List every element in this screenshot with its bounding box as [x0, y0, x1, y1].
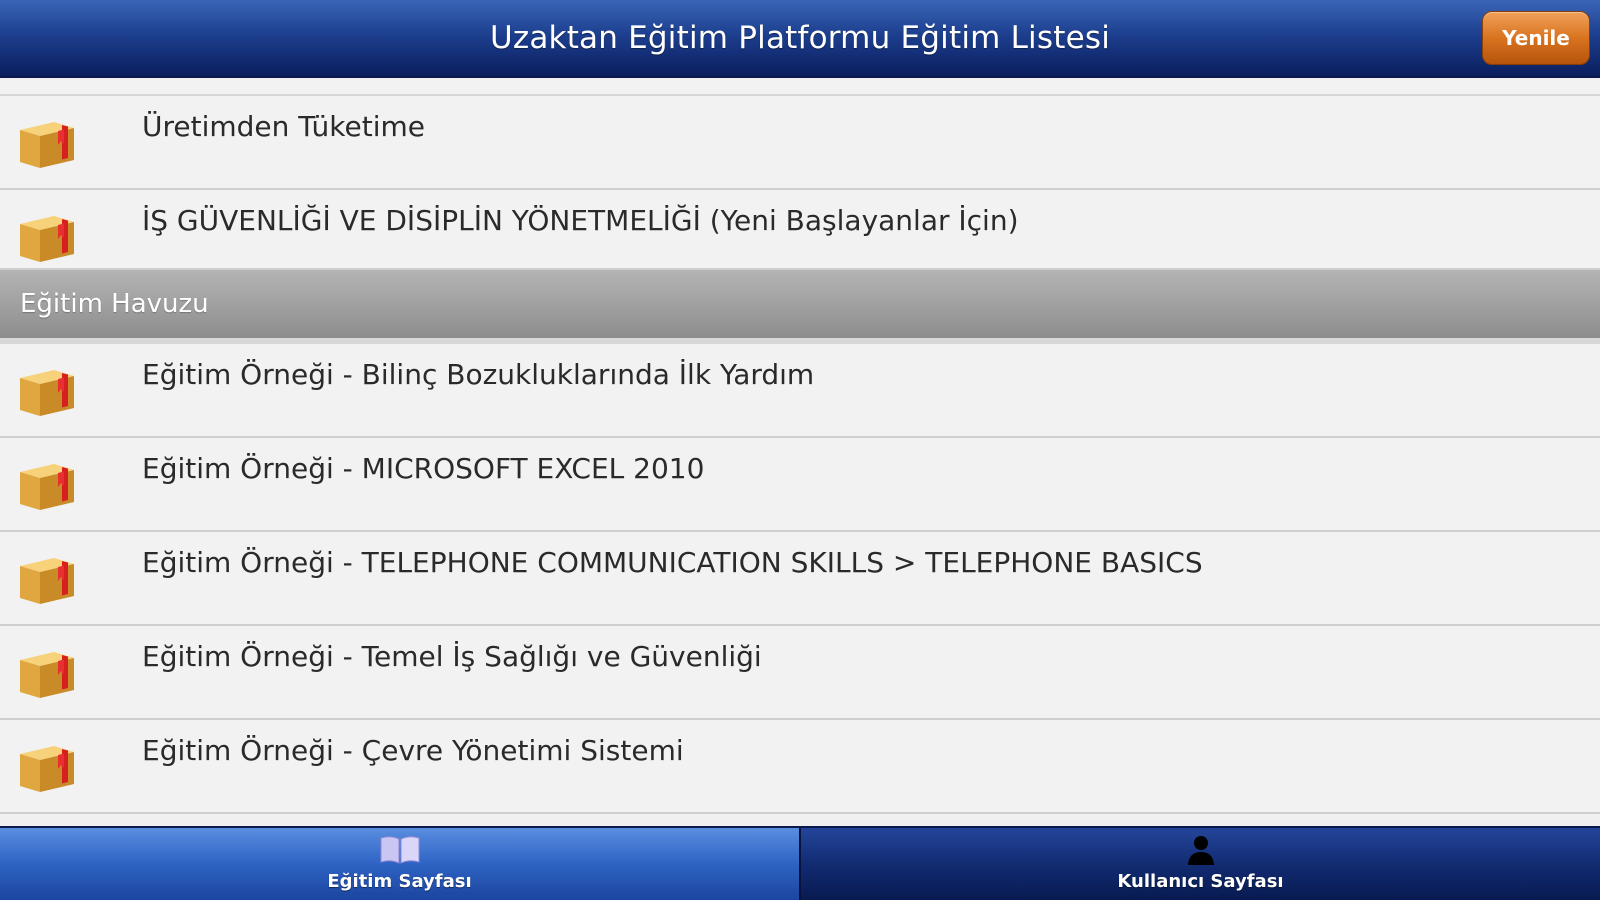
section-title: Eğitim Havuzu: [20, 289, 209, 319]
tab-training-page[interactable]: Eğitim Sayfası: [0, 828, 799, 900]
bottom-tab-bar: Eğitim Sayfası Kullanıcı Sayfası: [0, 826, 1600, 900]
package-box-icon: [20, 746, 74, 792]
package-box-icon: [20, 122, 74, 168]
user-icon: [1187, 836, 1214, 865]
tab-user-page[interactable]: Kullanıcı Sayfası: [799, 828, 1600, 900]
page-title: Uzaktan Eğitim Platformu Eğitim Listesi: [489, 20, 1111, 56]
list-item[interactable]: Üretimden Tüketime: [0, 96, 1600, 190]
package-box-icon: [20, 216, 74, 262]
package-box-icon: [20, 370, 74, 416]
list-item[interactable]: Eğitim Örneği - Bilinç Bozukluklarında İ…: [0, 344, 1600, 438]
package-box-icon: [20, 558, 74, 604]
list-item[interactable]: Eğitim Örneği - Temel İş Sağlığı ve Güve…: [0, 626, 1600, 720]
package-box-icon: [20, 464, 74, 510]
training-list[interactable]: Üretimden Tüketime İŞ GÜVENLİĞİ VE DİSİP…: [0, 80, 1600, 824]
package-box-icon: [20, 652, 74, 698]
list-item-label: Eğitim Örneği - MICROSOFT EXCEL 2010: [142, 452, 705, 485]
list-item[interactable]: İŞ GÜVENLİĞİ VE DİSİPLİN YÖNETMELİĞİ (Ye…: [0, 190, 1600, 270]
list-item[interactable]: Eğitim Örneği - TELEPHONE COMMUNICATION …: [0, 532, 1600, 626]
list-item-label: Eğitim Örneği - Bilinç Bozukluklarında İ…: [142, 358, 815, 391]
list-item[interactable]: Eğitim Örneği - MICROSOFT EXCEL 2010: [0, 438, 1600, 532]
app-header: Uzaktan Eğitim Platformu Eğitim Listesi …: [0, 0, 1600, 78]
refresh-button[interactable]: Yenile: [1482, 11, 1590, 65]
tab-label: Kullanıcı Sayfası: [1117, 871, 1284, 892]
list-item-label: Üretimden Tüketime: [142, 110, 426, 143]
book-icon: [380, 836, 419, 864]
list-item[interactable]: Eğitim Örneği - Çevre Yönetimi Sistemi: [0, 720, 1600, 814]
section-header-training-pool: Eğitim Havuzu: [0, 270, 1600, 344]
list-item-label: Eğitim Örneği - Temel İş Sağlığı ve Güve…: [142, 640, 762, 673]
list-item-label: İŞ GÜVENLİĞİ VE DİSİPLİN YÖNETMELİĞİ (Ye…: [142, 204, 1019, 237]
list-item-label: Eğitim Örneği - TELEPHONE COMMUNICATION …: [142, 546, 1203, 579]
tab-label: Eğitim Sayfası: [327, 871, 472, 892]
list-top-divider: [0, 80, 1600, 96]
list-item-label: Eğitim Örneği - Çevre Yönetimi Sistemi: [142, 734, 684, 767]
